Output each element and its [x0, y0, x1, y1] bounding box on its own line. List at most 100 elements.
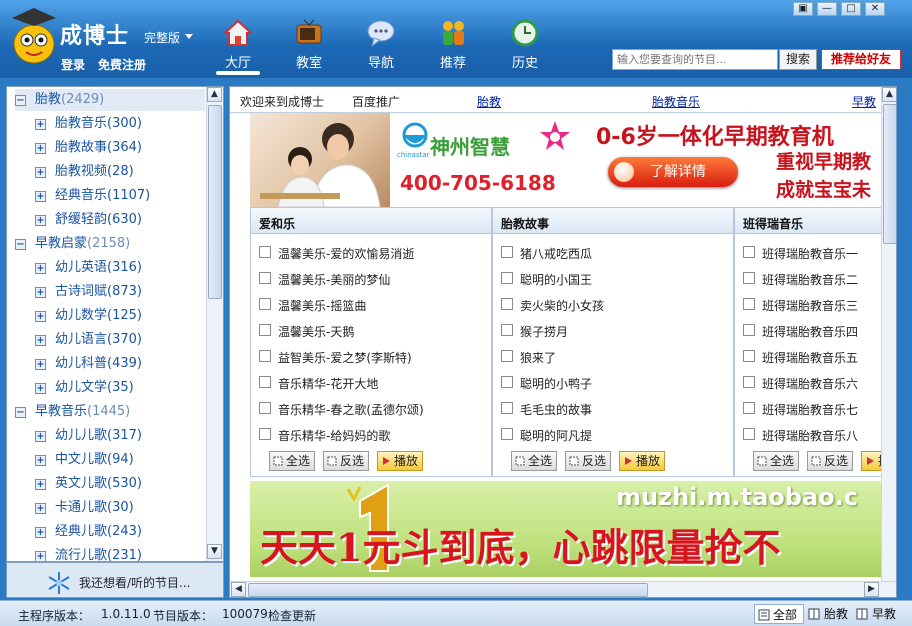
tree-item[interactable]: + 幼儿语言(370)	[35, 329, 205, 351]
wish-request-button[interactable]: 我还想看/听的节目...	[6, 562, 224, 598]
tab-early-education[interactable]: 早教	[852, 93, 876, 110]
item-checkbox[interactable]	[743, 298, 755, 310]
item-checkbox[interactable]	[743, 246, 755, 258]
invert-selection-button[interactable]: 反选	[323, 451, 370, 471]
close-icon[interactable]: ✕	[865, 2, 885, 16]
tree-category[interactable]: − 胎教(2429)	[15, 89, 205, 111]
ad-banner-taobao[interactable]: muzhi.m.taobao.c 天天1元斗到底，心跳限量抢不	[250, 481, 882, 577]
item-checkbox[interactable]	[501, 246, 513, 258]
tab-prenatal[interactable]: 胎教	[477, 93, 501, 110]
recommend-to-friend-button[interactable]: 推荐给好友	[821, 49, 901, 70]
tree-category[interactable]: − 早教启蒙(2158)	[15, 233, 205, 255]
expand-icon[interactable]: +	[35, 551, 46, 561]
tree-item[interactable]: + 胎教音乐(300)	[35, 113, 205, 135]
expand-icon[interactable]: +	[35, 383, 46, 394]
tree-item[interactable]: + 幼儿文学(35)	[35, 377, 205, 399]
expand-icon[interactable]: +	[35, 335, 46, 346]
expand-icon[interactable]: +	[35, 359, 46, 370]
main-vertical-scrollbar[interactable]: ▲	[881, 87, 896, 581]
item-checkbox[interactable]	[501, 298, 513, 310]
item-checkbox[interactable]	[743, 402, 755, 414]
main-scroll-thumb[interactable]	[883, 104, 896, 244]
item-checkbox[interactable]	[501, 376, 513, 388]
tree-item[interactable]: + 胎教故事(364)	[35, 137, 205, 159]
expand-icon[interactable]: +	[35, 191, 46, 202]
scroll-left-icon[interactable]: ◀	[231, 582, 246, 597]
item-checkbox[interactable]	[259, 324, 271, 336]
item-checkbox[interactable]	[743, 350, 755, 362]
expand-icon[interactable]: +	[35, 119, 46, 130]
expand-icon[interactable]: +	[35, 287, 46, 298]
minimize-icon[interactable]: —	[817, 2, 837, 16]
check-update-link[interactable]: 检查更新	[268, 607, 316, 624]
item-checkbox[interactable]	[743, 376, 755, 388]
nav-navigation[interactable]: 导航	[356, 18, 406, 72]
expand-icon[interactable]: +	[35, 503, 46, 514]
tree-item[interactable]: + 幼儿英语(316)	[35, 257, 205, 279]
item-checkbox[interactable]	[259, 272, 271, 284]
item-checkbox[interactable]	[501, 428, 513, 440]
edition-selector[interactable]: 完整版	[144, 29, 180, 46]
item-checkbox[interactable]	[501, 324, 513, 336]
tree-item[interactable]: + 胎教视频(28)	[35, 161, 205, 183]
collapse-icon[interactable]: −	[15, 95, 26, 106]
ad-banner-education[interactable]: chinastar 神州智慧 0-6岁一体化早期教育机 重视早期教 成就宝宝未 …	[250, 113, 882, 207]
chevron-down-icon[interactable]	[185, 34, 193, 39]
item-checkbox[interactable]	[743, 272, 755, 284]
item-checkbox[interactable]	[259, 350, 271, 362]
nav-recommend[interactable]: 推荐	[428, 18, 478, 72]
filter-all[interactable]: 全部	[754, 604, 804, 624]
item-checkbox[interactable]	[259, 246, 271, 258]
tree-item[interactable]: + 中文儿歌(94)	[35, 449, 205, 471]
search-button[interactable]: 搜索	[779, 49, 817, 70]
main-horizontal-scrollbar[interactable]: ◀ ▶	[230, 581, 896, 597]
select-all-button[interactable]: 全选	[511, 451, 558, 471]
scroll-up-icon[interactable]: ▲	[207, 87, 222, 102]
play-button[interactable]: 播放	[619, 451, 666, 471]
collapse-icon[interactable]: −	[15, 239, 26, 250]
item-checkbox[interactable]	[259, 298, 271, 310]
expand-icon[interactable]: +	[35, 311, 46, 322]
login-link[interactable]: 登录	[61, 56, 85, 73]
item-checkbox[interactable]	[501, 272, 513, 284]
tree-item[interactable]: + 幼儿儿歌(317)	[35, 425, 205, 447]
select-all-button[interactable]: 全选	[269, 451, 316, 471]
tree-item[interactable]: + 英文儿歌(530)	[35, 473, 205, 495]
expand-icon[interactable]: +	[35, 479, 46, 490]
tab-welcome[interactable]: 欢迎来到成博士	[240, 93, 324, 110]
restore-icon[interactable]: ▣	[793, 2, 813, 16]
item-checkbox[interactable]	[501, 350, 513, 362]
item-checkbox[interactable]	[259, 402, 271, 414]
nav-history[interactable]: 历史	[500, 18, 550, 72]
expand-icon[interactable]: +	[35, 431, 46, 442]
learn-more-button[interactable]: 了解详情	[608, 157, 738, 187]
invert-selection-button[interactable]: 反选	[565, 451, 612, 471]
expand-icon[interactable]: +	[35, 143, 46, 154]
item-checkbox[interactable]	[259, 376, 271, 388]
nav-classroom[interactable]: 教室	[284, 18, 334, 72]
sidebar-scroll-thumb[interactable]	[208, 105, 222, 299]
tab-baidu-promo[interactable]: 百度推广	[352, 93, 400, 110]
invert-selection-button[interactable]: 反选	[807, 451, 854, 471]
expand-icon[interactable]: +	[35, 527, 46, 538]
tree-item[interactable]: + 流行儿歌(231)	[35, 545, 205, 561]
item-checkbox[interactable]	[743, 428, 755, 440]
tab-prenatal-music[interactable]: 胎教音乐	[652, 93, 700, 110]
scroll-right-icon[interactable]: ▶	[864, 582, 879, 597]
collapse-icon[interactable]: −	[15, 407, 26, 418]
scroll-up-icon[interactable]: ▲	[882, 87, 896, 102]
item-checkbox[interactable]	[501, 402, 513, 414]
nav-hall[interactable]: 大厅	[213, 18, 263, 72]
expand-icon[interactable]: +	[35, 455, 46, 466]
filter-early-education[interactable]: 早教	[856, 604, 900, 624]
play-button[interactable]: 播放	[377, 451, 424, 471]
tree-item[interactable]: + 古诗词赋(873)	[35, 281, 205, 303]
tree-item[interactable]: + 幼儿数学(125)	[35, 305, 205, 327]
tree-item[interactable]: + 舒缓轻韵(630)	[35, 209, 205, 231]
expand-icon[interactable]: +	[35, 215, 46, 226]
tree-item[interactable]: + 经典儿歌(243)	[35, 521, 205, 543]
scroll-down-icon[interactable]: ▼	[207, 544, 222, 559]
tree-item[interactable]: + 幼儿科普(439)	[35, 353, 205, 375]
filter-prenatal[interactable]: 胎教	[808, 604, 852, 624]
tree-item[interactable]: + 卡通儿歌(30)	[35, 497, 205, 519]
